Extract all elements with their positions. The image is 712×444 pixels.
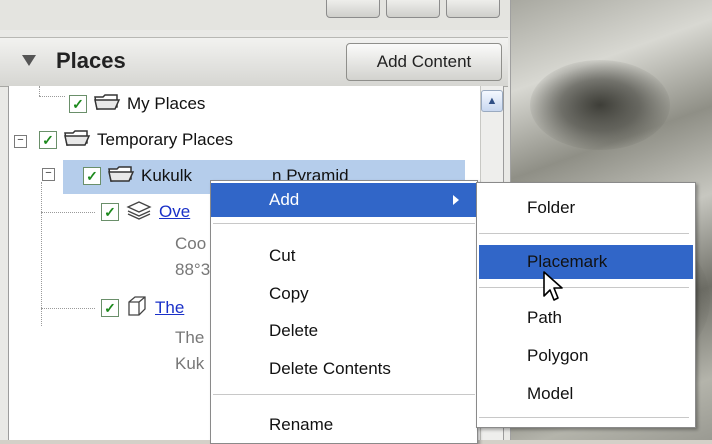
overlay-link[interactable]: Ove <box>159 202 190 222</box>
tree-item-temporary-places[interactable]: ✓ Temporary Places <box>39 128 233 152</box>
toolbar-button[interactable] <box>386 0 440 18</box>
submenu-item-label: Folder <box>527 198 576 217</box>
checkbox-checked-icon[interactable]: ✓ <box>39 131 57 149</box>
submenu-item-folder[interactable]: Folder <box>479 191 693 225</box>
submenu-item-path[interactable]: Path <box>479 301 693 335</box>
toolbar-button[interactable] <box>446 0 500 18</box>
scroll-up-icon[interactable]: ▲ <box>481 90 503 112</box>
context-menu: Add Cut Copy Delete Delete Contents Rena… <box>210 180 478 444</box>
collapse-triangle-icon[interactable] <box>22 55 36 66</box>
checkbox-checked-icon[interactable]: ✓ <box>101 299 119 317</box>
tree-connector <box>39 86 40 96</box>
model-description-2: Kuk <box>175 354 205 373</box>
folder-icon <box>93 93 121 116</box>
submenu-item-label: Polygon <box>527 346 589 365</box>
submenu-item-polygon[interactable]: Polygon <box>479 339 693 373</box>
submenu-item-label: Model <box>527 384 574 403</box>
menu-item-delete[interactable]: Delete <box>211 314 477 348</box>
tree-connector <box>41 308 95 309</box>
overlay-coordinates: 88°3 <box>175 260 211 279</box>
folder-icon <box>107 165 135 188</box>
add-content-button[interactable]: Add Content <box>346 43 502 81</box>
menu-separator <box>479 417 689 418</box>
submenu-arrow-icon <box>453 195 459 205</box>
menu-item-rename[interactable]: Rename <box>211 408 477 442</box>
tree-item-model[interactable]: ✓ The <box>101 294 184 323</box>
menu-item-label: Cut <box>269 246 296 265</box>
menu-item-cut[interactable]: Cut <box>211 239 477 273</box>
places-header: Places Add Content <box>0 37 508 87</box>
toolbar-strip <box>0 0 510 30</box>
tree-connector <box>41 182 42 326</box>
menu-item-label: Add <box>269 190 300 209</box>
checkbox-checked-icon[interactable]: ✓ <box>69 95 87 113</box>
menu-item-copy[interactable]: Copy <box>211 277 477 311</box>
tree-item-label: My Places <box>127 94 206 113</box>
submenu-item-label: Path <box>527 308 562 327</box>
overlay-description: Coo <box>175 234 207 253</box>
model-description: The <box>175 328 205 347</box>
collapse-minus-icon[interactable]: − <box>14 135 27 148</box>
add-submenu: Folder Placemark Path Polygon Model <box>476 182 696 428</box>
menu-item-add[interactable]: Add <box>211 183 477 217</box>
menu-item-delete-contents[interactable]: Delete Contents <box>211 352 477 386</box>
folder-icon <box>63 129 91 152</box>
model-cube-icon <box>125 294 149 323</box>
collapse-minus-icon[interactable]: − <box>42 168 55 181</box>
checkbox-checked-icon[interactable]: ✓ <box>101 203 119 221</box>
overlay-layers-icon <box>125 199 153 226</box>
tree-item-overlay[interactable]: ✓ Ove <box>101 200 190 224</box>
mouse-pointer-icon <box>542 270 564 309</box>
tree-item-label: Temporary Places <box>97 130 234 149</box>
tree-connector <box>39 96 65 97</box>
menu-item-label: Rename <box>269 415 334 434</box>
submenu-item-placemark[interactable]: Placemark <box>479 245 693 279</box>
tree-item-my-places[interactable]: ✓ My Places <box>69 92 205 116</box>
tree-connector <box>41 212 95 213</box>
menu-separator <box>479 233 689 234</box>
checkbox-checked-icon[interactable]: ✓ <box>83 167 101 185</box>
terrain-shadow <box>530 60 670 150</box>
menu-separator <box>213 223 475 224</box>
places-title: Places <box>56 48 126 73</box>
menu-item-label: Delete Contents <box>269 359 391 378</box>
submenu-item-label: Placemark <box>527 252 608 271</box>
submenu-item-model[interactable]: Model <box>479 377 693 411</box>
tree-item-label: Kukulk <box>141 166 193 185</box>
menu-separator <box>479 287 689 288</box>
menu-item-label: Delete <box>269 321 319 340</box>
toolbar-button[interactable] <box>326 0 380 18</box>
menu-separator <box>213 394 475 395</box>
menu-item-label: Copy <box>269 284 309 303</box>
model-link[interactable]: The <box>155 298 184 318</box>
